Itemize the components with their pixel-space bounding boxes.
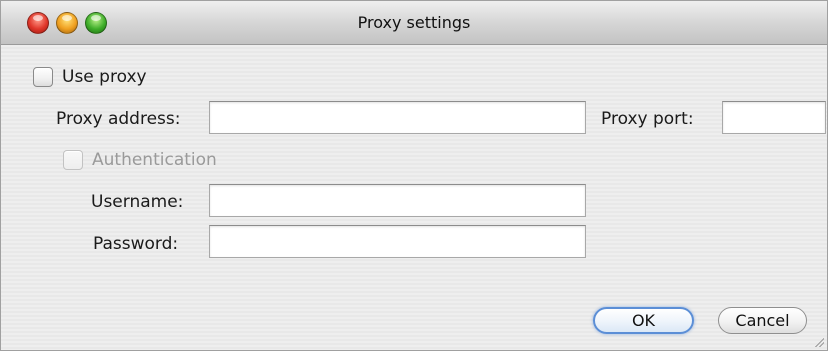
- use-proxy-checkbox[interactable]: [33, 67, 53, 87]
- proxy-address-input[interactable]: [209, 101, 586, 134]
- cancel-button[interactable]: Cancel: [718, 307, 807, 334]
- resize-grip-icon[interactable]: [814, 337, 824, 347]
- proxy-port-input[interactable]: [722, 101, 826, 134]
- ok-button[interactable]: OK: [593, 307, 694, 334]
- use-proxy-label[interactable]: Use proxy: [62, 66, 147, 88]
- proxy-address-label: Proxy address:: [56, 109, 181, 129]
- proxy-settings-window: Proxy settings Use proxy Proxy address: …: [0, 0, 828, 351]
- window-title: Proxy settings: [357, 13, 471, 32]
- authentication-label[interactable]: Authentication: [92, 149, 217, 171]
- username-input[interactable]: [209, 184, 586, 217]
- password-input[interactable]: [209, 225, 586, 258]
- title-bar[interactable]: Proxy settings: [1, 1, 827, 45]
- authentication-checkbox[interactable]: [63, 150, 83, 170]
- username-label: Username:: [91, 192, 184, 212]
- password-label: Password:: [93, 234, 179, 254]
- proxy-port-label: Proxy port:: [601, 109, 694, 129]
